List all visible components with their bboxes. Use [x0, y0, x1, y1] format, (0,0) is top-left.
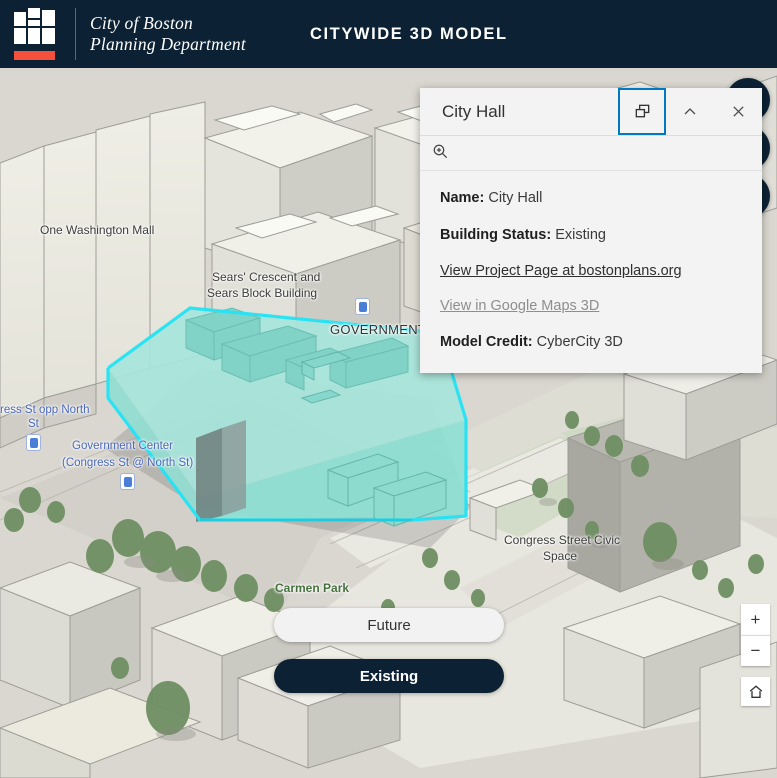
popup-field-value: City Hall [488, 190, 543, 206]
zoom-to-icon [433, 144, 448, 159]
logo-divider [75, 8, 76, 60]
popup-field-label: Model Credit: [440, 334, 533, 350]
bus-stop-icon[interactable] [120, 473, 135, 490]
page-title: CITYWIDE 3D MODEL [309, 24, 508, 43]
popup-dock-button[interactable] [618, 88, 666, 135]
zoom-in-button[interactable]: + [741, 604, 770, 635]
zoom-out-button[interactable]: − [741, 635, 770, 666]
org-line-2: Planning Department [90, 34, 246, 54]
popup-title: City Hall [442, 101, 506, 121]
google-maps-3d-link[interactable]: View in Google Maps 3D [440, 298, 742, 314]
popup-field-value: CyberCity 3D [536, 334, 623, 350]
scenario-future-button[interactable]: Future [274, 608, 504, 642]
popup-actions-row [420, 136, 762, 171]
popup-field-model-credit: Model Credit: CyberCity 3D [440, 333, 742, 351]
scenario-existing-button[interactable]: Existing [274, 659, 504, 693]
subway-station-icon[interactable] [355, 298, 370, 315]
popup-content: Name: City Hall Building Status: Existin… [420, 171, 762, 373]
popup-close-button[interactable] [714, 88, 762, 135]
popup-field-value: Existing [555, 227, 606, 243]
app-root: One Washington Mall Sears' Crescent and … [0, 0, 777, 778]
feature-popup[interactable]: City Hall Name: City Hall Building Statu… [420, 88, 762, 373]
popup-field-label: Name: [440, 190, 485, 206]
home-icon [749, 684, 762, 698]
org-line-1: City of Boston [90, 13, 193, 33]
chevron-up-icon [684, 107, 696, 114]
popup-field-name: Name: City Hall [440, 189, 742, 207]
city-buildings-logo-icon [14, 8, 59, 60]
popup-collapse-button[interactable] [666, 88, 714, 135]
close-icon [732, 106, 744, 117]
zoom-controls: + − [741, 604, 770, 666]
popup-field-label: Building Status: [440, 227, 552, 243]
popup-header: City Hall [420, 88, 762, 136]
home-button[interactable] [741, 677, 770, 706]
project-page-link[interactable]: View Project Page at bostonplans.org [440, 263, 742, 279]
dock-windows-icon [635, 104, 649, 118]
app-header: City of Boston Planning Department CITYW… [0, 0, 777, 68]
zoom-to-feature-button[interactable] [432, 143, 449, 163]
bus-stop-icon[interactable] [26, 434, 41, 451]
brand-logo[interactable]: City of Boston Planning Department [0, 8, 246, 60]
popup-field-building-status: Building Status: Existing [440, 226, 742, 244]
org-name: City of Boston Planning Department [90, 13, 246, 55]
